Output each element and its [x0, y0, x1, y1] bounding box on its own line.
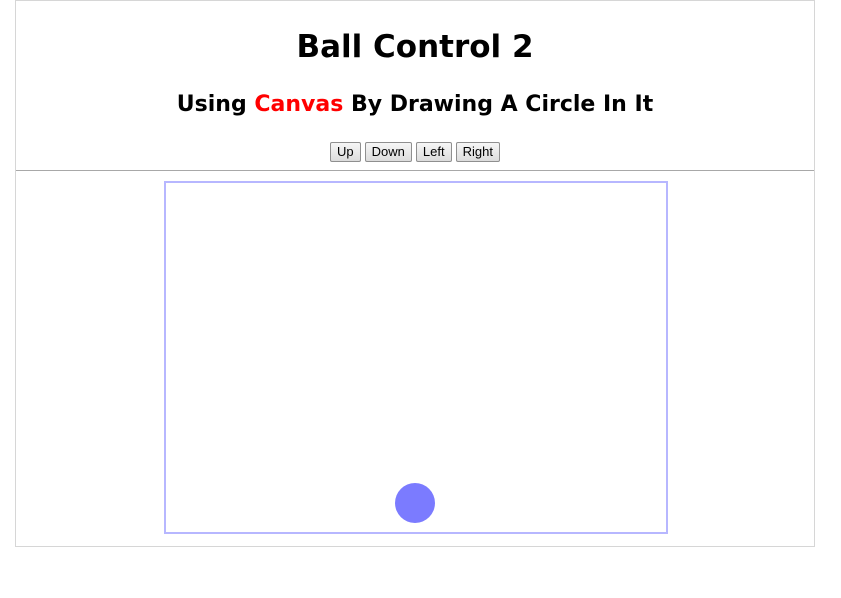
page-title: Ball Control 2: [296, 29, 534, 65]
page-subtitle: Using Canvas By Drawing A Circle In It: [16, 91, 814, 119]
control-button-group: Up Down Left Right: [16, 142, 814, 162]
subtitle-suffix: By Drawing A Circle In It: [343, 92, 654, 117]
ball-circle: [395, 483, 435, 523]
up-button[interactable]: Up: [330, 142, 361, 162]
subtitle-prefix: Using: [176, 92, 255, 117]
down-button[interactable]: Down: [364, 142, 412, 162]
page-container: Ball Control 2 Using Canvas By Drawing A…: [15, 0, 815, 547]
right-button[interactable]: Right: [455, 142, 500, 162]
drawing-canvas[interactable]: [164, 181, 668, 534]
subtitle-accent-word: Canvas: [254, 92, 344, 117]
page-header: Ball Control 2 Using Canvas By Drawing A…: [16, 1, 814, 171]
left-button[interactable]: Left: [415, 142, 452, 162]
